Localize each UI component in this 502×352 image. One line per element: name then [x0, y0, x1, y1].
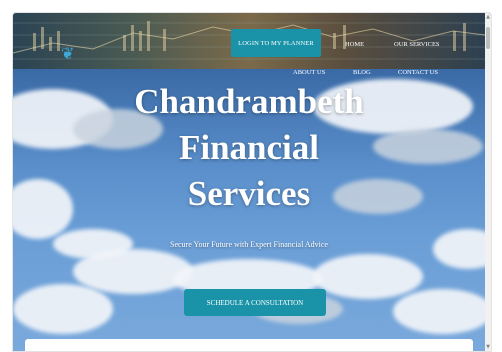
nav-contact-us-link[interactable]: CONTACT US — [398, 69, 438, 76]
page-viewport: ❦ LOGIN TO MY PLANNER HOME OUR SERVICES … — [13, 13, 485, 351]
nav-home-link[interactable]: HOME — [345, 41, 364, 48]
nav-our-services-link[interactable]: OUR SERVICES — [394, 41, 440, 48]
schedule-consultation-button[interactable]: SCHEDULE A CONSULTATION — [184, 289, 326, 316]
scroll-up-arrow-icon[interactable]: ▲ — [485, 13, 491, 21]
login-to-planner-button[interactable]: LOGIN TO MY PLANNER — [231, 29, 321, 57]
nav-blog-link[interactable]: BLOG — [353, 69, 371, 76]
leaf-logo-icon[interactable]: ❦ — [61, 45, 75, 63]
vertical-scrollbar[interactable]: ▲ ▼ — [485, 13, 491, 351]
scrollbar-thumb[interactable] — [486, 27, 490, 49]
content-panel-top-edge — [25, 339, 473, 351]
site-header: ❦ LOGIN TO MY PLANNER HOME OUR SERVICES … — [13, 13, 485, 76]
hero-title-line-2: Financial — [178, 128, 320, 167]
hero-title: Chandrambeth Financial Services — [13, 79, 485, 217]
hero-title-line-3: Services — [187, 174, 311, 213]
nav-about-us-link[interactable]: ABOUT US — [293, 69, 325, 76]
hero-subtitle: Secure Your Future with Expert Financial… — [170, 240, 328, 249]
browser-frame: ❦ LOGIN TO MY PLANNER HOME OUR SERVICES … — [12, 12, 492, 352]
hero-title-line-1: Chandrambeth — [134, 82, 364, 121]
